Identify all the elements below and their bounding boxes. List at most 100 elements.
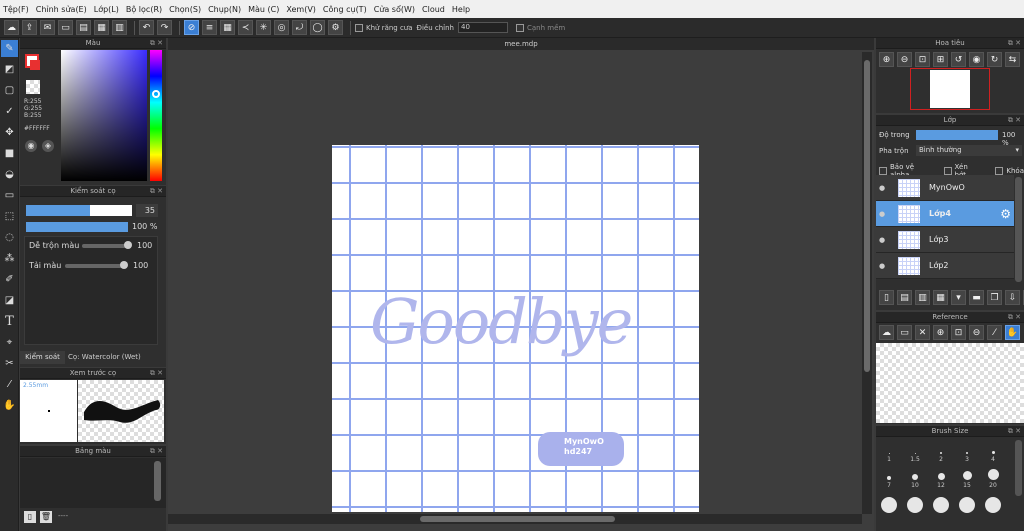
operation-icon[interactable]: ⌖ xyxy=(1,334,18,351)
brush-size-cell[interactable] xyxy=(876,490,902,516)
layer-opacity-slider[interactable] xyxy=(916,130,998,140)
zoom-in-icon[interactable]: ⊕ xyxy=(933,325,948,340)
visibility-icon[interactable]: ● xyxy=(876,184,888,192)
divide-icon[interactable]: ✂ xyxy=(1,355,18,372)
flip-icon[interactable]: ⇆ xyxy=(1005,52,1020,67)
brush-size-slider[interactable] xyxy=(26,205,132,216)
snap-off-icon[interactable]: ⊘ xyxy=(184,20,199,35)
antialias-checkbox[interactable] xyxy=(355,23,363,32)
move-tool-icon[interactable]: ✥ xyxy=(1,124,18,141)
circle-snap-icon[interactable]: ◎ xyxy=(274,20,289,35)
layer-row[interactable]: ● Lớp2 xyxy=(876,253,1014,279)
scroll-thumb[interactable] xyxy=(864,60,870,372)
brush-size-cell[interactable]: 10 xyxy=(902,464,928,490)
reload-handle[interactable] xyxy=(120,261,128,269)
saturation-value-picker[interactable] xyxy=(61,50,147,181)
document-icon[interactable]: ▤ xyxy=(76,20,91,35)
eyedropper-icon[interactable]: ⁄ xyxy=(987,325,1002,340)
visibility-icon[interactable]: ● xyxy=(876,210,888,218)
menu-select[interactable]: Chọn(S) xyxy=(169,5,201,14)
brush-size-cell[interactable]: 2 xyxy=(928,438,954,464)
ellipse-snap-icon[interactable]: ◯ xyxy=(310,20,325,35)
zoom-out-icon[interactable]: ⊖ xyxy=(897,52,912,67)
redo-icon[interactable]: ↷ xyxy=(157,20,172,35)
open-folder-icon[interactable]: ▭ xyxy=(897,325,912,340)
text-tool-icon[interactable]: T xyxy=(1,313,18,330)
menu-snap[interactable]: Chụp(N) xyxy=(208,5,241,14)
panel-controls-icon[interactable]: ⧉ ✕ xyxy=(150,38,163,49)
new-8bit-layer-icon[interactable]: ▥ xyxy=(915,290,930,305)
soft-edge-checkbox[interactable] xyxy=(516,23,524,32)
add-layer-menu-icon[interactable]: ▾ xyxy=(951,290,966,305)
background-color-swatch[interactable] xyxy=(30,60,40,70)
palette-scrollbar[interactable] xyxy=(154,461,161,501)
parallel-snap-icon[interactable]: ≡ xyxy=(202,20,217,35)
menu-cloud[interactable]: Cloud xyxy=(422,5,445,14)
brush-size-cell[interactable] xyxy=(980,490,1006,516)
select-rect-icon[interactable]: ⬚ xyxy=(1,208,18,225)
new-layer-icon[interactable]: ▯ xyxy=(879,290,894,305)
hue-slider[interactable] xyxy=(150,50,162,181)
comment-icon[interactable]: ✉ xyxy=(40,20,55,35)
brush-size-cell[interactable]: 15 xyxy=(954,464,980,490)
radial-snap-icon[interactable]: ✳ xyxy=(256,20,271,35)
palette-swatch-area[interactable] xyxy=(20,458,166,508)
brush-size-value[interactable]: 35 xyxy=(136,204,158,217)
canvas-horizontal-scrollbar[interactable] xyxy=(168,514,862,524)
visibility-icon[interactable]: ● xyxy=(876,236,888,244)
zoom-in-icon[interactable]: ⊕ xyxy=(879,52,894,67)
transparent-swatch[interactable] xyxy=(26,80,40,94)
brush-tool-icon[interactable]: ✎ xyxy=(1,40,18,57)
menu-view[interactable]: Xem(V) xyxy=(286,5,316,14)
select-lasso-icon[interactable]: ◌ xyxy=(1,229,18,246)
brush-size-cell[interactable]: 7 xyxy=(876,464,902,490)
reload-slider[interactable] xyxy=(65,264,125,268)
color-wheel-icon[interactable]: ◉ xyxy=(25,140,37,152)
document-tab[interactable]: mee.mdp xyxy=(168,38,874,50)
canvas-vertical-scrollbar[interactable] xyxy=(862,52,872,514)
brush-size-cell[interactable] xyxy=(928,490,954,516)
layer-scrollbar[interactable] xyxy=(1015,177,1022,282)
blend-mode-select[interactable]: Bình thường ▾ xyxy=(916,145,1022,156)
zoom-out-icon[interactable]: ⊖ xyxy=(969,325,984,340)
new-halftone-layer-icon[interactable]: ▤ xyxy=(897,290,912,305)
layer-row[interactable]: ● MynOwO xyxy=(876,175,1014,201)
merge-down-icon[interactable]: ⇩ xyxy=(1005,290,1020,305)
close-icon[interactable]: ✕ xyxy=(915,325,930,340)
brush-size-cell[interactable]: 3 xyxy=(954,438,980,464)
tab-brush-control[interactable]: Kiểm soát cọ xyxy=(20,351,65,374)
fit-icon[interactable]: ⊡ xyxy=(915,52,930,67)
panel-controls-icon[interactable]: ⧉ ✕ xyxy=(1008,115,1021,126)
perspective-snap-icon[interactable]: ≺ xyxy=(238,20,253,35)
brush-size-cell[interactable] xyxy=(902,490,928,516)
cloud-icon[interactable]: ☁ xyxy=(4,20,19,35)
rotate-right-icon[interactable]: ↻ xyxy=(987,52,1002,67)
brush-size-cell[interactable]: 1.5 xyxy=(902,438,928,464)
gear-icon[interactable]: ⚙ xyxy=(1000,207,1011,221)
blend-slider[interactable] xyxy=(82,244,130,248)
hand-tool-icon[interactable]: ✋ xyxy=(1,397,18,414)
magic-wand-icon[interactable]: ⁂ xyxy=(1,250,18,267)
menu-layer[interactable]: Lớp(L) xyxy=(94,5,119,14)
lasso-select-icon[interactable]: ✓ xyxy=(1,103,18,120)
panel-controls-icon[interactable]: ⧉ ✕ xyxy=(150,186,163,197)
fit-icon[interactable]: ⊡ xyxy=(951,325,966,340)
menu-help[interactable]: Help xyxy=(452,5,470,14)
menu-tools[interactable]: Công cụ(T) xyxy=(323,5,367,14)
actual-size-icon[interactable]: ⊞ xyxy=(933,52,948,67)
brush-size-cell[interactable]: 4 xyxy=(980,438,1006,464)
panel-controls-icon[interactable]: ⧉ ✕ xyxy=(150,368,163,379)
visibility-icon[interactable]: ● xyxy=(876,262,888,270)
new-1bit-layer-icon[interactable]: ▦ xyxy=(933,290,948,305)
reference-image-area[interactable] xyxy=(876,343,1024,423)
delete-palette-icon[interactable]: 🗑 xyxy=(40,511,52,523)
layer-row[interactable]: ● Lớp3 xyxy=(876,227,1014,253)
clipping-checkbox[interactable] xyxy=(943,167,952,175)
hue-handle[interactable] xyxy=(152,90,160,98)
brush-size-cell[interactable] xyxy=(954,490,980,516)
duplicate-layer-icon[interactable]: ❐ xyxy=(987,290,1002,305)
fill-rect-icon[interactable]: ■ xyxy=(1,145,18,162)
panel-controls-icon[interactable]: ⧉ ✕ xyxy=(1008,312,1021,323)
undo-icon[interactable]: ↶ xyxy=(139,20,154,35)
blend-handle[interactable] xyxy=(124,241,132,249)
